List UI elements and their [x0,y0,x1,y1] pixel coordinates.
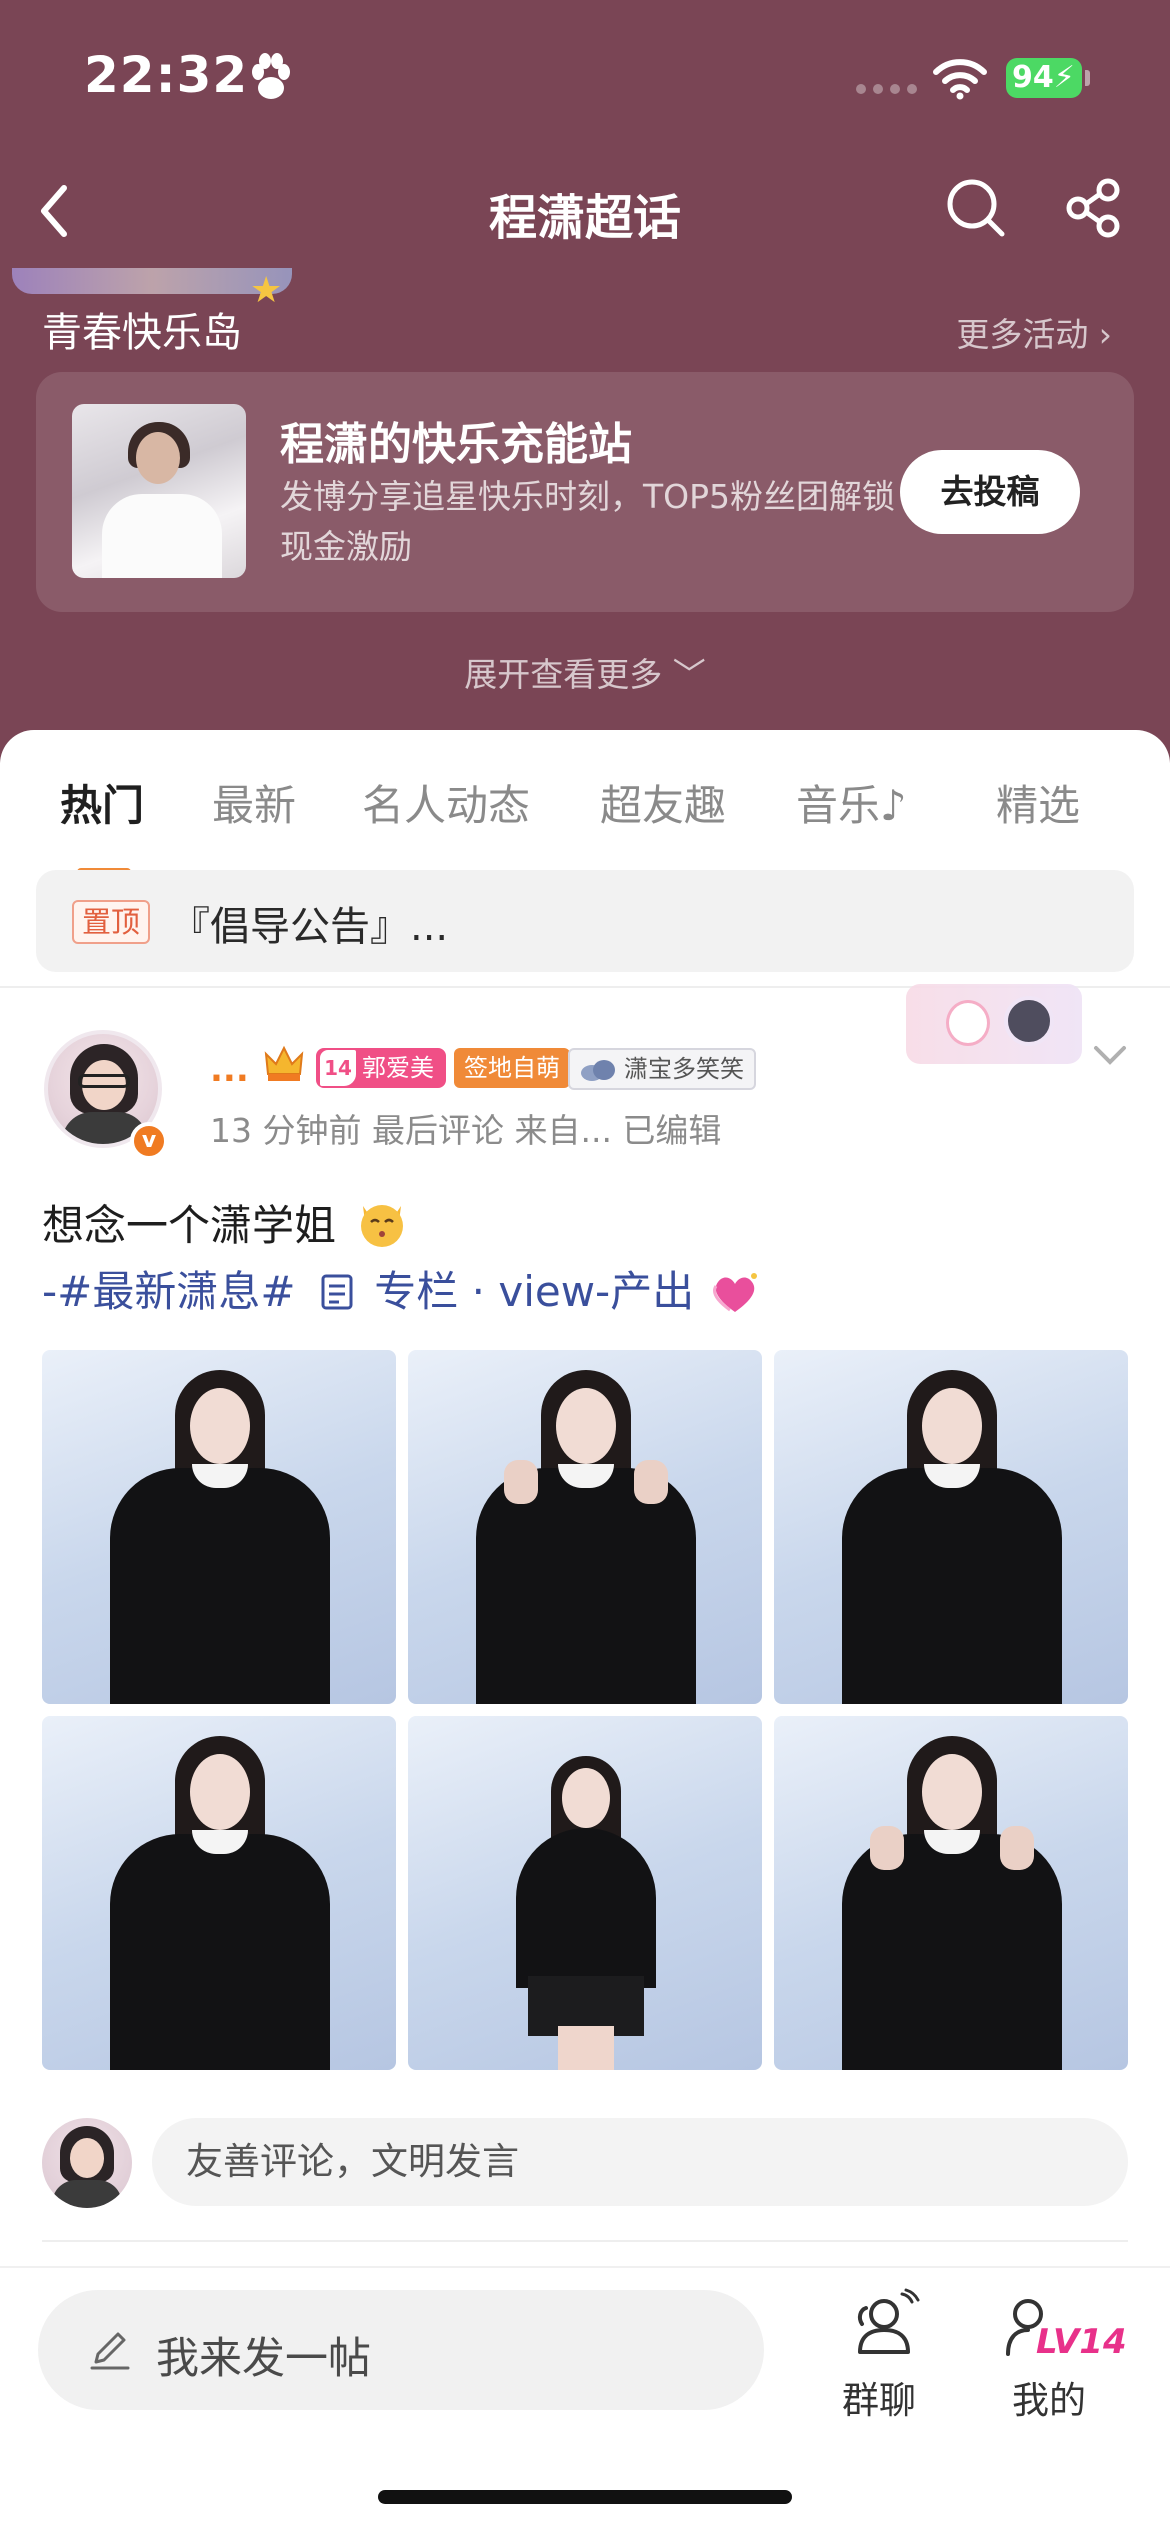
sign-badge: 签地自萌 [454,1048,570,1088]
divider [42,2240,1128,2242]
comment-input[interactable]: 友善评论，文明发言 [152,2118,1128,2206]
fan-club-name: 郭爱美 [362,1054,434,1082]
decorative-sticker [906,984,1082,1064]
pinned-badge: 置顶 [72,900,151,944]
new-post-label: 我来发一帖 [156,2334,371,2384]
nav-bar: 程潇超话 [0,160,1170,260]
view-output-tag[interactable]: · view-产出 [472,1267,695,1316]
verified-badge: v [130,1122,168,1160]
tab-featured[interactable]: 精选 [996,772,1080,833]
activity-section-title: 青春快乐岛 [42,310,242,356]
activity-card[interactable]: 程潇的快乐充能站 发博分享追星快乐时刻，TOP5粉丝团解锁现金激励 去投稿 [36,372,1134,612]
post-image[interactable] [42,1716,396,2070]
post-image[interactable] [408,1350,762,1704]
cellular-signal-icon [856,84,917,94]
custom-badge-label: 潇宝多笑笑 [624,1055,744,1083]
share-icon[interactable] [1064,176,1124,240]
cat-kiss-emoji-icon [361,1205,404,1247]
wifi-icon [933,59,987,100]
post-image[interactable] [42,1350,396,1704]
pen-icon [90,2332,130,2370]
chevron-down-icon[interactable] [1088,1040,1132,1070]
more-activities-link[interactable]: 更多活动 › [956,308,1112,356]
column-link[interactable]: 专栏 [374,1267,458,1316]
post-text: 想念一个潇学姐 [42,1192,409,1253]
pinned-text: 『倡导公告』... [170,904,449,950]
image-grid [42,1350,1128,2070]
battery-cap [1085,70,1090,86]
crown-icon [264,1045,304,1081]
post-image[interactable] [774,1350,1128,1704]
author-name[interactable]: ... [210,1050,249,1090]
paw-icon [252,53,290,99]
activity-description: 发博分享追星快乐时刻，TOP5粉丝团解锁现金激励 [280,477,896,566]
post-text-content: 想念一个潇学姐 [42,1201,337,1250]
my-avatar [42,2118,132,2208]
activity-name: 程潇的快乐充能站 [280,419,632,470]
fan-club-badge[interactable]: 14 郭爱美 [316,1048,446,1088]
column-icon [321,1274,353,1310]
tab-latest[interactable]: 最新 [212,772,296,833]
mine-label: 我的 [1012,2379,1086,2422]
status-time: 22:32 [84,46,249,104]
contribute-button[interactable]: 去投稿 [900,450,1080,534]
star-icon: ★ [250,270,283,311]
battery-indicator: 94⚡ [1006,58,1082,98]
tab-celebrity[interactable]: 名人动态 [362,772,530,833]
group-chat-button[interactable]: 群聊 [842,2288,932,2428]
home-indicator [378,2490,792,2504]
mine-button[interactable]: LV14 我的 [1004,2288,1127,2428]
tab-fun[interactable]: 超友趣 [600,772,726,833]
post-tags[interactable]: -#最新潇息# 专栏 · view-产出 [42,1258,762,1319]
group-chat-label: 群聊 [842,2379,916,2422]
pinned-post[interactable]: 置顶 『倡导公告』... [36,870,1134,972]
post-image[interactable] [408,1716,762,2070]
search-icon[interactable] [944,176,1008,240]
feed-sheet: 热门 最新 名人动态 超友趣 音乐♪ 精选 置顶 『倡导公告』... v ...… [0,730,1170,2532]
topic-tag[interactable]: -#最新潇息# [42,1267,296,1316]
post-image[interactable] [774,1716,1128,2070]
status-bar: 22:32 94⚡ [0,0,1170,150]
fan-level: 14 [320,1050,356,1086]
sparkling-heart-icon [712,1273,757,1312]
tab-music[interactable]: 音乐♪ [796,772,907,833]
level-badge: LV14 [1036,2322,1127,2362]
new-post-button[interactable]: 我来发一帖 [38,2290,764,2410]
tab-hot[interactable]: 热门 [60,772,144,833]
battery-level: 94 [1012,60,1054,95]
post-meta: 13 分钟前 最后评论 来自... 已编辑 [210,1111,722,1150]
tab-bar: 热门 最新 名人动态 超友趣 音乐♪ 精选 [0,760,1170,876]
expand-more-link[interactable]: 展开查看更多 ﹀ [0,648,1170,696]
custom-badge: 潇宝多笑笑 [568,1048,756,1090]
cloud-icon [581,1060,615,1081]
activity-thumbnail [72,404,246,578]
group-chat-icon [857,2288,920,2354]
bottom-bar: 我来发一帖 群聊 LV14 我的 [0,2266,1170,2532]
